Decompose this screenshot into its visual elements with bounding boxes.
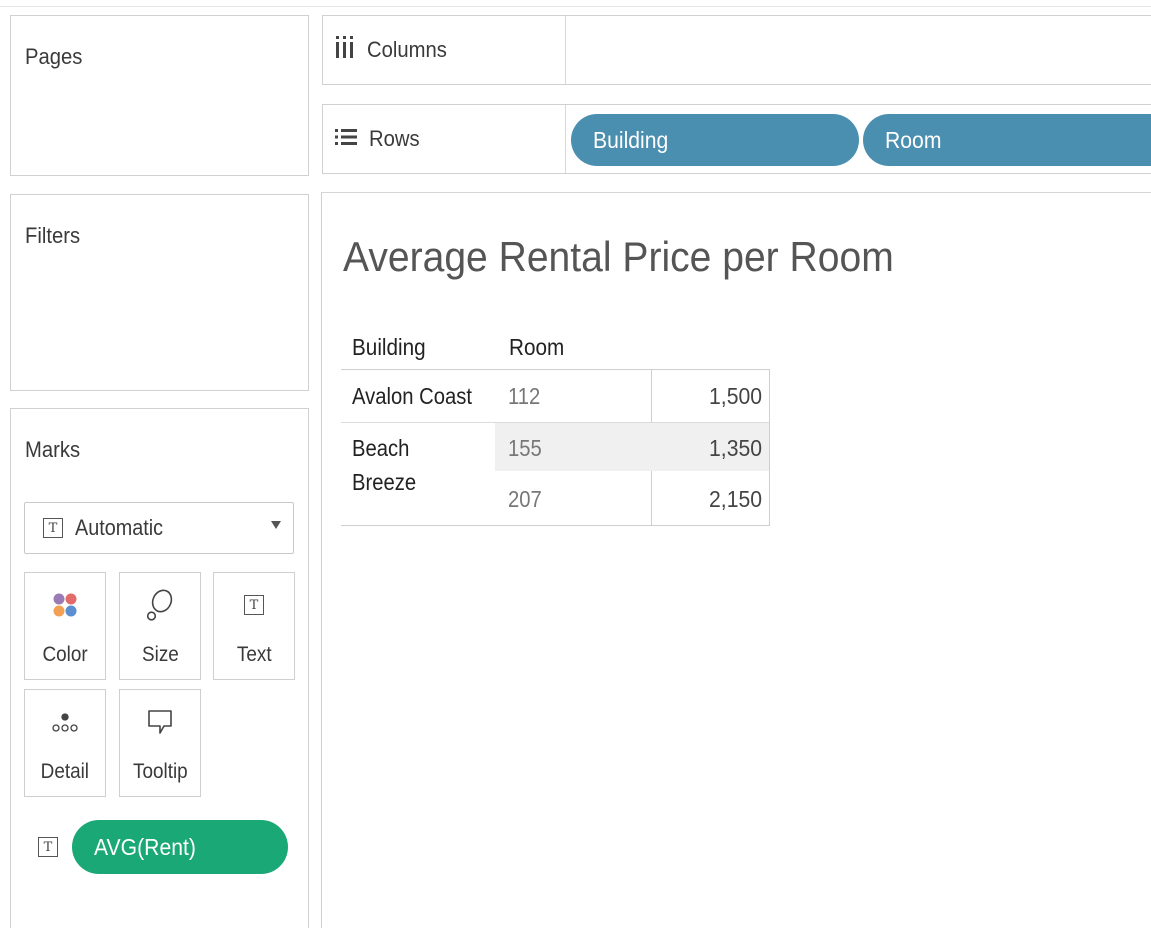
color-icon	[25, 585, 105, 625]
color-button-label: Color	[42, 643, 88, 666]
columns-icon	[335, 36, 355, 64]
text-button-label: Text	[236, 643, 272, 666]
table-row-3-room[interactable]: 207	[508, 486, 542, 513]
table-right-line	[769, 369, 770, 526]
text-button[interactable]: T Text	[213, 572, 295, 680]
tooltip-icon	[120, 702, 200, 742]
detail-icon	[25, 702, 105, 742]
table-row-1-room[interactable]: 112	[508, 383, 540, 410]
size-button-label: Size	[141, 643, 179, 666]
rows-shelf[interactable]: Rows Building Room	[322, 104, 1151, 174]
mark-type-label: Automatic	[75, 515, 164, 540]
table-row-1-value[interactable]: 1,500	[661, 383, 762, 410]
pages-card[interactable]: Pages	[10, 15, 309, 176]
table-row-2-room[interactable]: 155	[508, 435, 542, 462]
header-building[interactable]: Building	[352, 334, 426, 361]
table-row-2-value[interactable]: 1,350	[661, 435, 762, 462]
marks-card-title: Marks	[25, 437, 81, 462]
columns-shelf[interactable]: Columns	[322, 15, 1151, 85]
avg-rent-pill[interactable]: AVG(Rent)	[72, 820, 288, 874]
chevron-down-icon[interactable]	[271, 521, 281, 529]
text-encoding-icon[interactable]: T	[38, 837, 58, 857]
header-room[interactable]: Room	[509, 334, 564, 361]
filters-card[interactable]: Filters	[10, 194, 309, 391]
table-bottom-line	[341, 525, 770, 526]
tooltip-button[interactable]: Tooltip	[119, 689, 201, 797]
detail-button-label: Detail	[40, 760, 90, 783]
mark-type-dropdown[interactable]: T Automatic	[24, 502, 294, 554]
detail-button[interactable]: Detail	[24, 689, 106, 797]
table-row-1-building[interactable]: Avalon Coast	[352, 383, 472, 410]
pages-card-title: Pages	[25, 44, 83, 69]
rows-pill-room[interactable]: Room	[863, 114, 1151, 166]
table-top-line	[341, 369, 770, 370]
view-title: Average Rental Price per Room	[343, 233, 894, 280]
tooltip-button-label: Tooltip	[132, 760, 188, 783]
size-icon	[120, 585, 200, 625]
rows-pill-building[interactable]: Building	[571, 114, 859, 166]
color-button[interactable]: Color	[24, 572, 106, 680]
rows-icon	[335, 126, 357, 152]
rows-shelf-label: Rows	[323, 105, 566, 173]
text-icon: T	[244, 595, 264, 615]
table-row-3-value[interactable]: 2,150	[661, 486, 762, 513]
text-mark-icon: T	[43, 518, 63, 538]
view-left-border	[321, 192, 322, 928]
filters-card-title: Filters	[25, 223, 81, 248]
columns-shelf-label: Columns	[323, 16, 566, 84]
table-row-2-building[interactable]: Beach Breeze	[352, 431, 466, 499]
table-row-2-building-text: Beach Breeze	[352, 435, 417, 495]
size-button[interactable]: Size	[119, 572, 201, 680]
view-top-border	[321, 192, 1151, 193]
top-separator	[0, 6, 1151, 7]
